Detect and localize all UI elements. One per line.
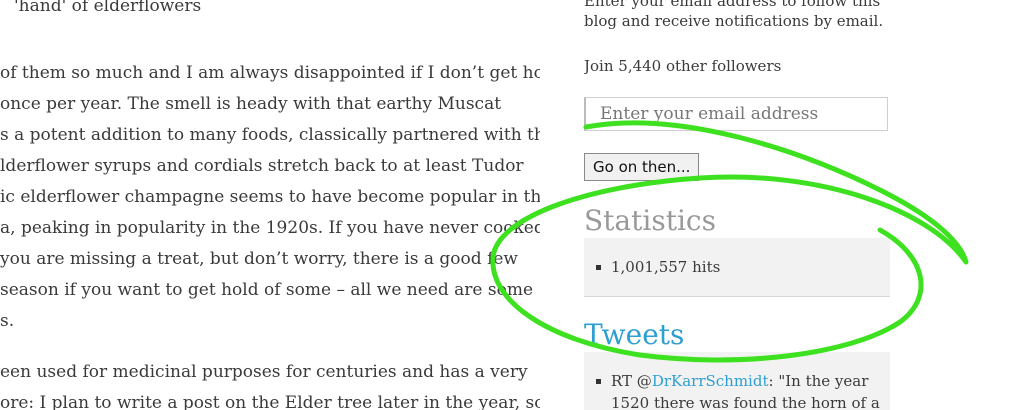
followers-count: Join 5,440 other followers bbox=[584, 57, 782, 75]
email-input[interactable] bbox=[584, 97, 888, 131]
tweet-line-2: 1520 there was found the horn of a bbox=[611, 394, 880, 410]
bullet-icon bbox=[596, 379, 601, 384]
bullet-icon bbox=[596, 265, 601, 270]
statistics-heading: Statistics bbox=[584, 204, 716, 237]
sidebar: Enter your email address to follow this … bbox=[584, 0, 890, 410]
tweets-heading[interactable]: Tweets bbox=[584, 318, 684, 351]
tweet-text: : "In the year bbox=[768, 372, 869, 390]
article-line: ore: I plan to write a post on the Elder… bbox=[0, 393, 540, 410]
article-line: ic elderflower champagne seems to have b… bbox=[0, 187, 540, 207]
article-line: s a potent addition to many foods, class… bbox=[0, 125, 540, 145]
tweet-handle-link[interactable]: DrKarrSchmidt bbox=[652, 372, 769, 390]
tweet-line-1: RT @DrKarrSchmidt: "In the year bbox=[611, 372, 868, 390]
tweet-prefix: RT @ bbox=[611, 372, 652, 390]
subscribe-button[interactable]: Go on then... bbox=[584, 153, 700, 181]
article-line: once per year. The smell is heady with t… bbox=[0, 94, 502, 114]
article-line: of them so much and I am always disappoi… bbox=[0, 63, 540, 83]
article-line: season if you want to get hold of some –… bbox=[0, 280, 534, 300]
statistics-panel: 1,001,557 hits bbox=[584, 238, 890, 297]
hits-count: 1,001,557 hits bbox=[611, 258, 721, 276]
follow-description-line2: blog and receive notifications by email. bbox=[584, 12, 884, 30]
article-body: 'hand' of elderflowers of them so much a… bbox=[0, 0, 540, 410]
article-line: s. bbox=[0, 311, 15, 331]
article-line: a, peaking in popularity in the 1920s. I… bbox=[0, 218, 540, 238]
article-line: you are missing a treat, but don’t worry… bbox=[0, 249, 518, 269]
article-line: een used for medicinal purposes for cent… bbox=[0, 362, 528, 382]
tweets-panel: RT @DrKarrSchmidt: "In the year 1520 the… bbox=[584, 352, 890, 410]
article-heading-fragment: 'hand' of elderflowers bbox=[14, 0, 202, 16]
article-line: lderflower syrups and cordials stretch b… bbox=[0, 156, 524, 176]
follow-description-line1: Enter your email address to follow this bbox=[584, 0, 881, 10]
